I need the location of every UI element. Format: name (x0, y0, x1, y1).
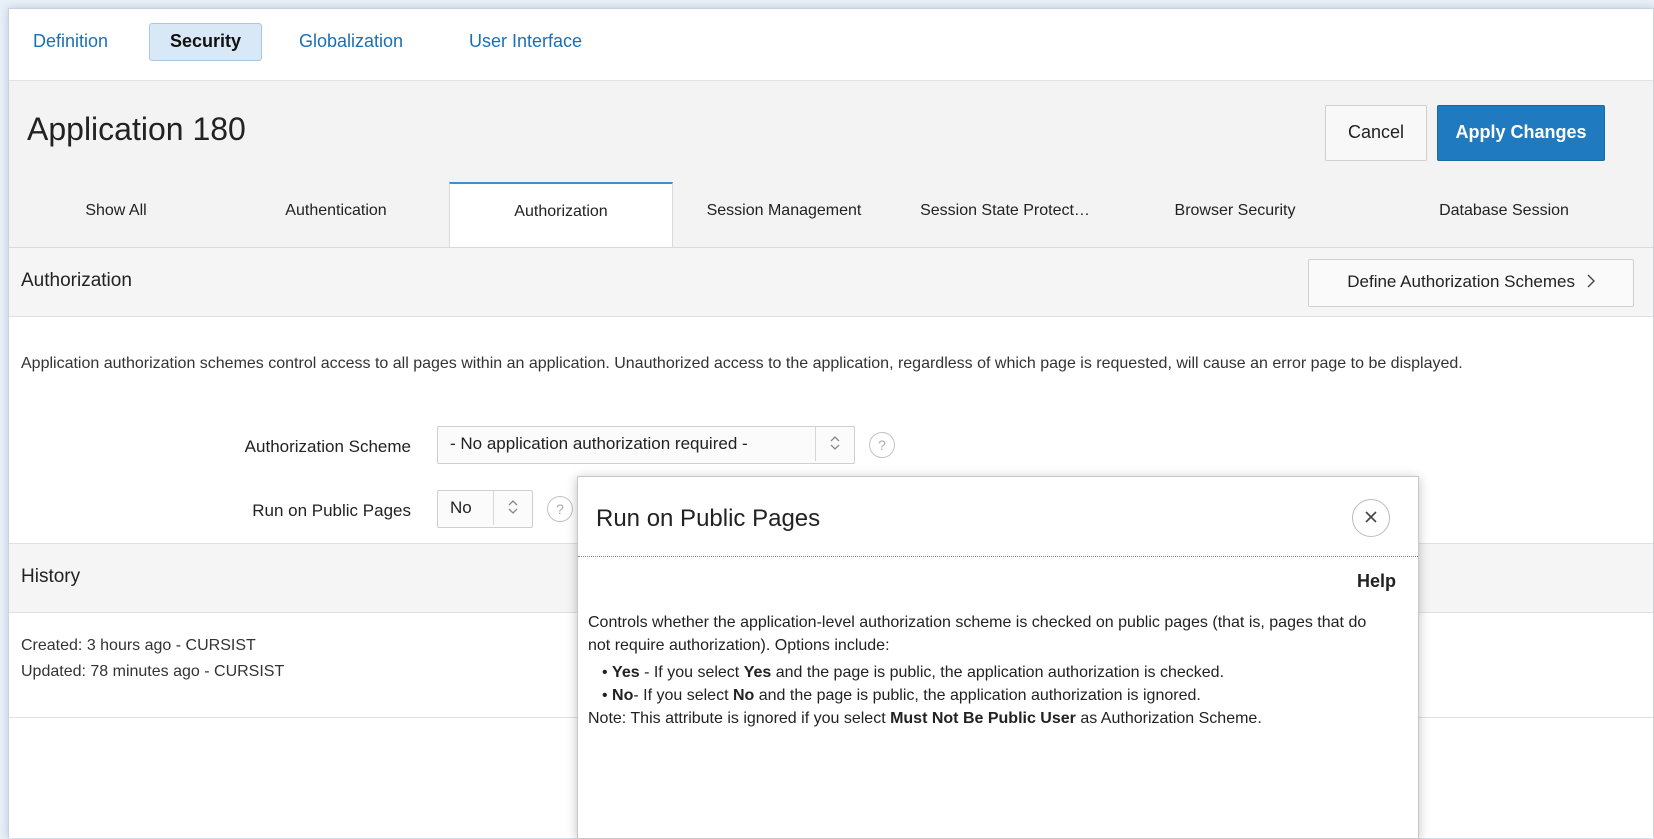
help-popup-title: Run on Public Pages (596, 505, 821, 532)
page-title: Application 180 (27, 111, 246, 147)
apply-changes-button[interactable]: Apply Changes (1437, 105, 1605, 161)
tab-definition[interactable]: Definition (33, 23, 108, 59)
define-authorization-schemes-button[interactable]: Define Authorization Schemes (1308, 259, 1634, 307)
authorization-description: Application authorization schemes contro… (21, 355, 1463, 372)
authorization-scheme-label: Authorization Scheme (244, 437, 411, 456)
subtab-authorization[interactable]: Authorization (449, 182, 673, 247)
help-note: Note: This attribute is ignored if you s… (588, 710, 1262, 727)
run-on-public-pages-label: Run on Public Pages (252, 501, 411, 520)
help-option-yes: • Yes - If you select Yes and the page i… (602, 664, 1225, 681)
subtab-browser-security[interactable]: Browser Security (1115, 183, 1355, 247)
tab-security[interactable]: Security (149, 23, 263, 61)
chevron-updown-icon (815, 427, 854, 461)
authorization-scheme-value: - No application authorization required … (450, 434, 748, 453)
history-created: Created: 3 hours ago - CURSIST (21, 637, 256, 654)
help-option-no: • No- If you select No and the page is p… (602, 687, 1201, 704)
authorization-region-header: Authorization Define Authorization Schem… (9, 248, 1653, 317)
subtab-authentication[interactable]: Authentication (223, 183, 449, 247)
help-popup-dialog: Run on Public Pages Help Controls whethe… (577, 476, 1419, 839)
popup-divider (578, 556, 1418, 557)
tab-user-interface[interactable]: User Interface (469, 23, 582, 59)
authorization-region-title: Authorization (21, 270, 132, 291)
define-button-label: Define Authorization Schemes (1347, 272, 1575, 291)
history-region-title: History (21, 566, 81, 587)
help-intro: Controls whether the application-level a… (588, 614, 1367, 654)
run-on-public-pages-select[interactable]: No (437, 490, 533, 528)
tab-globalization[interactable]: Globalization (299, 23, 403, 59)
help-popup-body: Controls whether the application-level a… (588, 611, 1388, 730)
chevron-updown-icon (493, 491, 532, 525)
close-icon[interactable] (1352, 499, 1390, 537)
history-updated: Updated: 78 minutes ago - CURSIST (21, 663, 285, 680)
authorization-scheme-select[interactable]: - No application authorization required … (437, 426, 855, 464)
chevron-right-icon (1586, 272, 1595, 291)
subtab-show-all[interactable]: Show All (9, 183, 223, 247)
top-tab-bar: Definition Security Globalization User I… (9, 9, 1653, 81)
subtab-database-session[interactable]: Database Session (1355, 183, 1653, 247)
subtab-session-state-protection[interactable]: Session State Protect… (895, 183, 1115, 247)
cancel-button[interactable]: Cancel (1325, 105, 1427, 161)
security-sub-tabs: Show All Authentication Authorization Se… (9, 182, 1653, 248)
scheme-help-question-icon[interactable]: ? (869, 432, 895, 458)
subtab-session-management[interactable]: Session Management (673, 183, 895, 247)
page-header: Application 180 Cancel Apply Changes (9, 81, 1653, 183)
run-on-public-pages-value: No (450, 498, 472, 517)
help-popup-help-label: Help (1356, 571, 1396, 591)
public-pages-help-question-icon[interactable]: ? (547, 496, 573, 522)
